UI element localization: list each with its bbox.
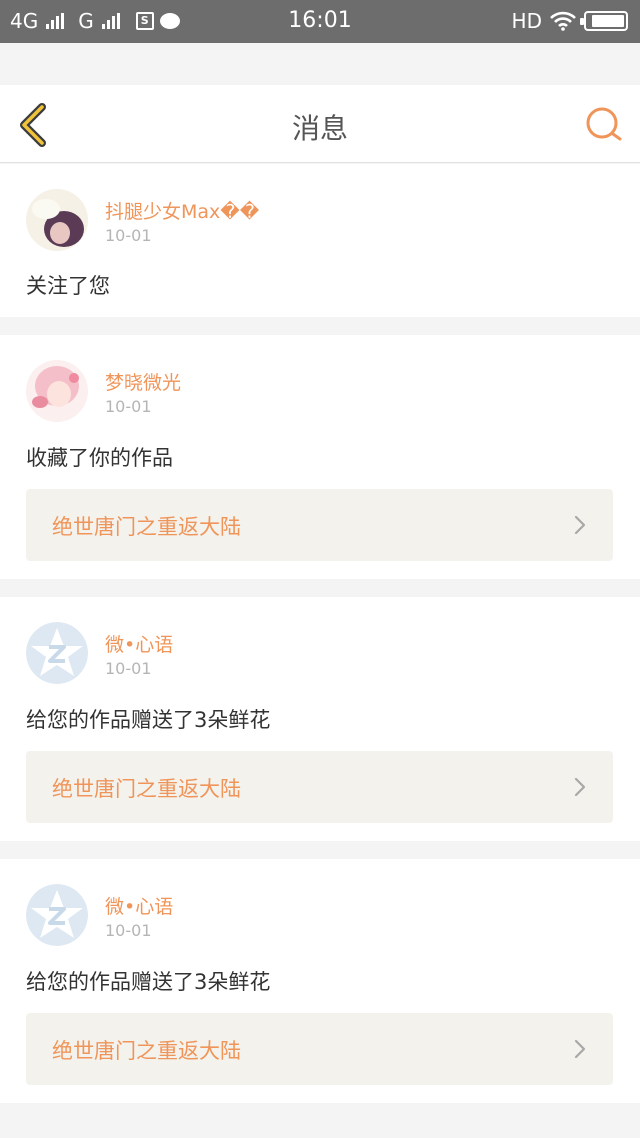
message-date: 10-01 bbox=[105, 397, 152, 416]
work-title: 绝世唐门之重返大陆 bbox=[52, 1039, 241, 1063]
hd-label: HD bbox=[511, 9, 542, 33]
list-item[interactable]: 微•心语 10-01 给您的作品赠送了3朵鲜花 绝世唐门之重返大陆 bbox=[0, 597, 640, 841]
wifi-icon bbox=[550, 11, 576, 31]
avatar[interactable] bbox=[26, 884, 88, 946]
message-text: 关注了您 bbox=[26, 274, 110, 298]
work-link[interactable]: 绝世唐门之重返大陆 bbox=[26, 1013, 613, 1085]
message-text: 给您的作品赠送了3朵鲜花 bbox=[26, 708, 271, 732]
work-title: 绝世唐门之重返大陆 bbox=[52, 515, 241, 539]
avatar[interactable] bbox=[26, 622, 88, 684]
battery-icon bbox=[580, 11, 628, 31]
list-item[interactable]: 抖腿少女Max�� 10-01 关注了您 bbox=[0, 164, 640, 317]
avatar[interactable] bbox=[26, 360, 88, 422]
chevron-left-icon[interactable] bbox=[14, 103, 54, 147]
work-title: 绝世唐门之重返大陆 bbox=[52, 777, 241, 801]
list-item[interactable]: 梦晓微光 10-01 收藏了你的作品 绝世唐门之重返大陆 bbox=[0, 335, 640, 579]
chevron-right-icon bbox=[574, 1039, 586, 1059]
username[interactable]: 微•心语 bbox=[105, 892, 173, 919]
chevron-right-icon bbox=[574, 777, 586, 797]
status-bar: 4G G S 16:01 HD bbox=[0, 0, 640, 43]
message-text: 收藏了你的作品 bbox=[26, 446, 173, 470]
message-date: 10-01 bbox=[105, 659, 152, 678]
username[interactable]: 抖腿少女Max�� bbox=[105, 197, 259, 224]
header: 消息 bbox=[0, 85, 640, 163]
chevron-right-icon bbox=[574, 515, 586, 535]
page-title: 消息 bbox=[291, 112, 348, 145]
username[interactable]: 梦晓微光 bbox=[105, 368, 181, 395]
message-date: 10-01 bbox=[105, 226, 152, 245]
message-text: 给您的作品赠送了3朵鲜花 bbox=[26, 970, 271, 994]
battery-fill bbox=[591, 15, 624, 27]
username[interactable]: 微•心语 bbox=[105, 630, 173, 657]
list-item[interactable]: 微•心语 10-01 给您的作品赠送了3朵鲜花 绝世唐门之重返大陆 bbox=[0, 859, 640, 1103]
work-link[interactable]: 绝世唐门之重返大陆 bbox=[26, 489, 613, 561]
status-right: HD bbox=[512, 9, 628, 33]
message-date: 10-01 bbox=[105, 921, 152, 940]
work-link[interactable]: 绝世唐门之重返大陆 bbox=[26, 751, 613, 823]
avatar[interactable] bbox=[26, 189, 88, 251]
search-icon[interactable] bbox=[584, 105, 624, 145]
